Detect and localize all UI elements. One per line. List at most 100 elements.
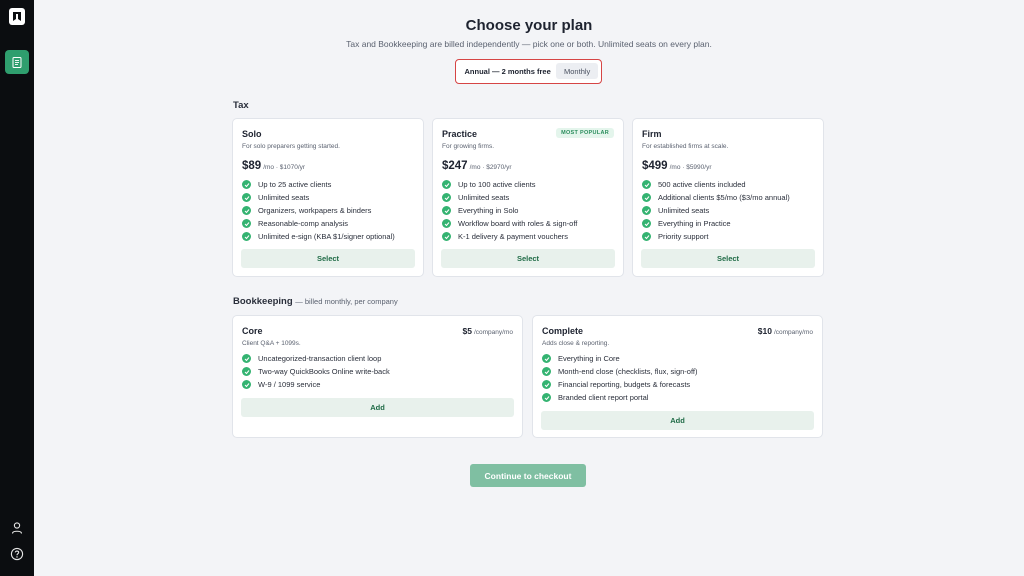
check-icon	[642, 206, 651, 215]
plan-description: Client Q&A + 1099s.	[242, 340, 301, 347]
plan-description: For solo preparers getting started.	[242, 143, 340, 150]
check-icon	[642, 193, 651, 202]
feature-item: Up to 100 active clients	[442, 178, 577, 191]
check-icon	[542, 354, 551, 363]
user-icon[interactable]	[10, 521, 24, 535]
check-icon	[542, 367, 551, 376]
check-icon	[542, 393, 551, 402]
continue-to-checkout-button[interactable]: Continue to checkout	[470, 464, 586, 487]
feature-item: Organizers, workpapers & binders	[242, 204, 395, 217]
feature-text: Unlimited seats	[458, 193, 510, 202]
plan-name: Firm	[642, 129, 662, 139]
feature-item: Reasonable-comp analysis	[242, 217, 395, 230]
check-icon	[442, 206, 451, 215]
feature-text: Additional clients $5/mo ($3/mo annual)	[658, 193, 790, 202]
feature-list: Up to 25 active clients Unlimited seats …	[242, 178, 395, 243]
feature-list: Everything in Core Month-end close (chec…	[542, 352, 698, 404]
most-popular-badge: MOST POPULAR	[556, 128, 614, 138]
feature-list: 500 active clients included Additional c…	[642, 178, 790, 243]
feature-text: Up to 25 active clients	[258, 180, 332, 189]
price-unit: /company/mo	[773, 329, 813, 336]
feature-item: Workflow board with roles & sign-off	[442, 217, 577, 230]
check-icon	[442, 180, 451, 189]
feature-item: Priority support	[642, 230, 790, 243]
check-icon	[442, 232, 451, 241]
feature-text: Everything in Solo	[458, 206, 519, 215]
main-content: Choose your plan Tax and Bookkeeping are…	[34, 0, 1024, 576]
feature-item: Uncategorized-transaction client loop	[242, 352, 390, 365]
check-icon	[542, 380, 551, 389]
add-core-button[interactable]: Add	[241, 398, 514, 417]
feature-item: Unlimited seats	[642, 204, 790, 217]
plan-price: $499/mo · $5990/yr	[642, 160, 712, 172]
plan-description: For established firms at scale.	[642, 143, 729, 150]
feature-list: Up to 100 active clients Unlimited seats…	[442, 178, 577, 243]
plan-card-complete: Complete $10/company/mo Adds close & rep…	[532, 315, 823, 438]
document-icon	[12, 56, 22, 68]
feature-item: Up to 25 active clients	[242, 178, 395, 191]
add-complete-button[interactable]: Add	[541, 411, 814, 430]
check-icon	[242, 180, 251, 189]
plan-price: $10/company/mo	[758, 326, 813, 336]
select-solo-button[interactable]: Select	[241, 249, 415, 268]
feature-text: Everything in Core	[558, 354, 620, 363]
tax-section-label: Tax	[233, 100, 249, 111]
check-icon	[242, 206, 251, 215]
feature-text: Financial reporting, budgets & forecasts	[558, 380, 691, 389]
feature-text: Two-way QuickBooks Online write-back	[258, 367, 390, 376]
bookkeeping-section-label: Bookkeeping — billed monthly, per compan…	[233, 296, 398, 307]
help-icon[interactable]	[10, 547, 24, 561]
feature-text: Uncategorized-transaction client loop	[258, 354, 382, 363]
feature-item: Unlimited seats	[442, 191, 577, 204]
feature-text: Workflow board with roles & sign-off	[458, 219, 578, 228]
plan-price: $89/mo · $1070/yr	[242, 160, 305, 172]
check-icon	[242, 232, 251, 241]
price-unit: /mo · $5990/yr	[669, 164, 712, 171]
plan-card-practice: Practice MOST POPULAR For growing firms.…	[432, 118, 624, 277]
check-icon	[242, 380, 251, 389]
plan-name: Practice	[442, 129, 478, 139]
price-unit: /mo · $1070/yr	[263, 164, 306, 171]
check-icon	[642, 219, 651, 228]
page-title: Choose your plan	[465, 17, 593, 34]
plan-name: Complete	[542, 326, 584, 336]
feature-item: Everything in Solo	[442, 204, 577, 217]
plan-name: Core	[242, 326, 263, 336]
billing-annual-option[interactable]: Annual — 2 months free	[459, 63, 557, 79]
plan-price: $5/company/mo	[463, 326, 514, 336]
feature-item: Branded client report portal	[542, 391, 698, 404]
feature-text: Up to 100 active clients	[458, 180, 536, 189]
feature-item: Financial reporting, budgets & forecasts	[542, 378, 698, 391]
plan-card-firm: Firm For established firms at scale. $49…	[632, 118, 824, 277]
plan-card-core: Core $5/company/mo Client Q&A + 1099s. U…	[232, 315, 523, 438]
feature-text: 500 active clients included	[658, 180, 746, 189]
feature-text: Unlimited e-sign (KBA $1/signer optional…	[258, 232, 395, 241]
check-icon	[642, 180, 651, 189]
feature-item: Month-end close (checklists, flux, sign-…	[542, 365, 698, 378]
plan-price: $247/mo · $2970/yr	[442, 160, 512, 172]
check-icon	[442, 193, 451, 202]
price-amount: $247	[442, 160, 468, 172]
plan-description: Adds close & reporting.	[542, 340, 610, 347]
feature-text: Month-end close (checklists, flux, sign-…	[558, 367, 698, 376]
logo-icon[interactable]	[9, 8, 25, 25]
feature-item: 500 active clients included	[642, 178, 790, 191]
price-amount: $499	[642, 160, 668, 172]
feature-list: Uncategorized-transaction client loop Tw…	[242, 352, 390, 391]
check-icon	[642, 232, 651, 241]
feature-text: W-9 / 1099 service	[258, 380, 321, 389]
feature-item: Everything in Practice	[642, 217, 790, 230]
bookkeeping-title: Bookkeeping	[233, 296, 293, 307]
price-unit: /mo · $2970/yr	[469, 164, 512, 171]
billing-monthly-option[interactable]: Monthly	[556, 63, 598, 79]
feature-item: W-9 / 1099 service	[242, 378, 390, 391]
feature-text: Unlimited seats	[658, 206, 710, 215]
feature-item: Unlimited e-sign (KBA $1/signer optional…	[242, 230, 395, 243]
plan-card-solo: Solo For solo preparers getting started.…	[232, 118, 424, 277]
select-firm-button[interactable]: Select	[641, 249, 815, 268]
nav-document-button[interactable]	[5, 50, 29, 74]
feature-text: Priority support	[658, 232, 709, 241]
feature-item: Everything in Core	[542, 352, 698, 365]
select-practice-button[interactable]: Select	[441, 249, 615, 268]
feature-text: Branded client report portal	[558, 393, 649, 402]
